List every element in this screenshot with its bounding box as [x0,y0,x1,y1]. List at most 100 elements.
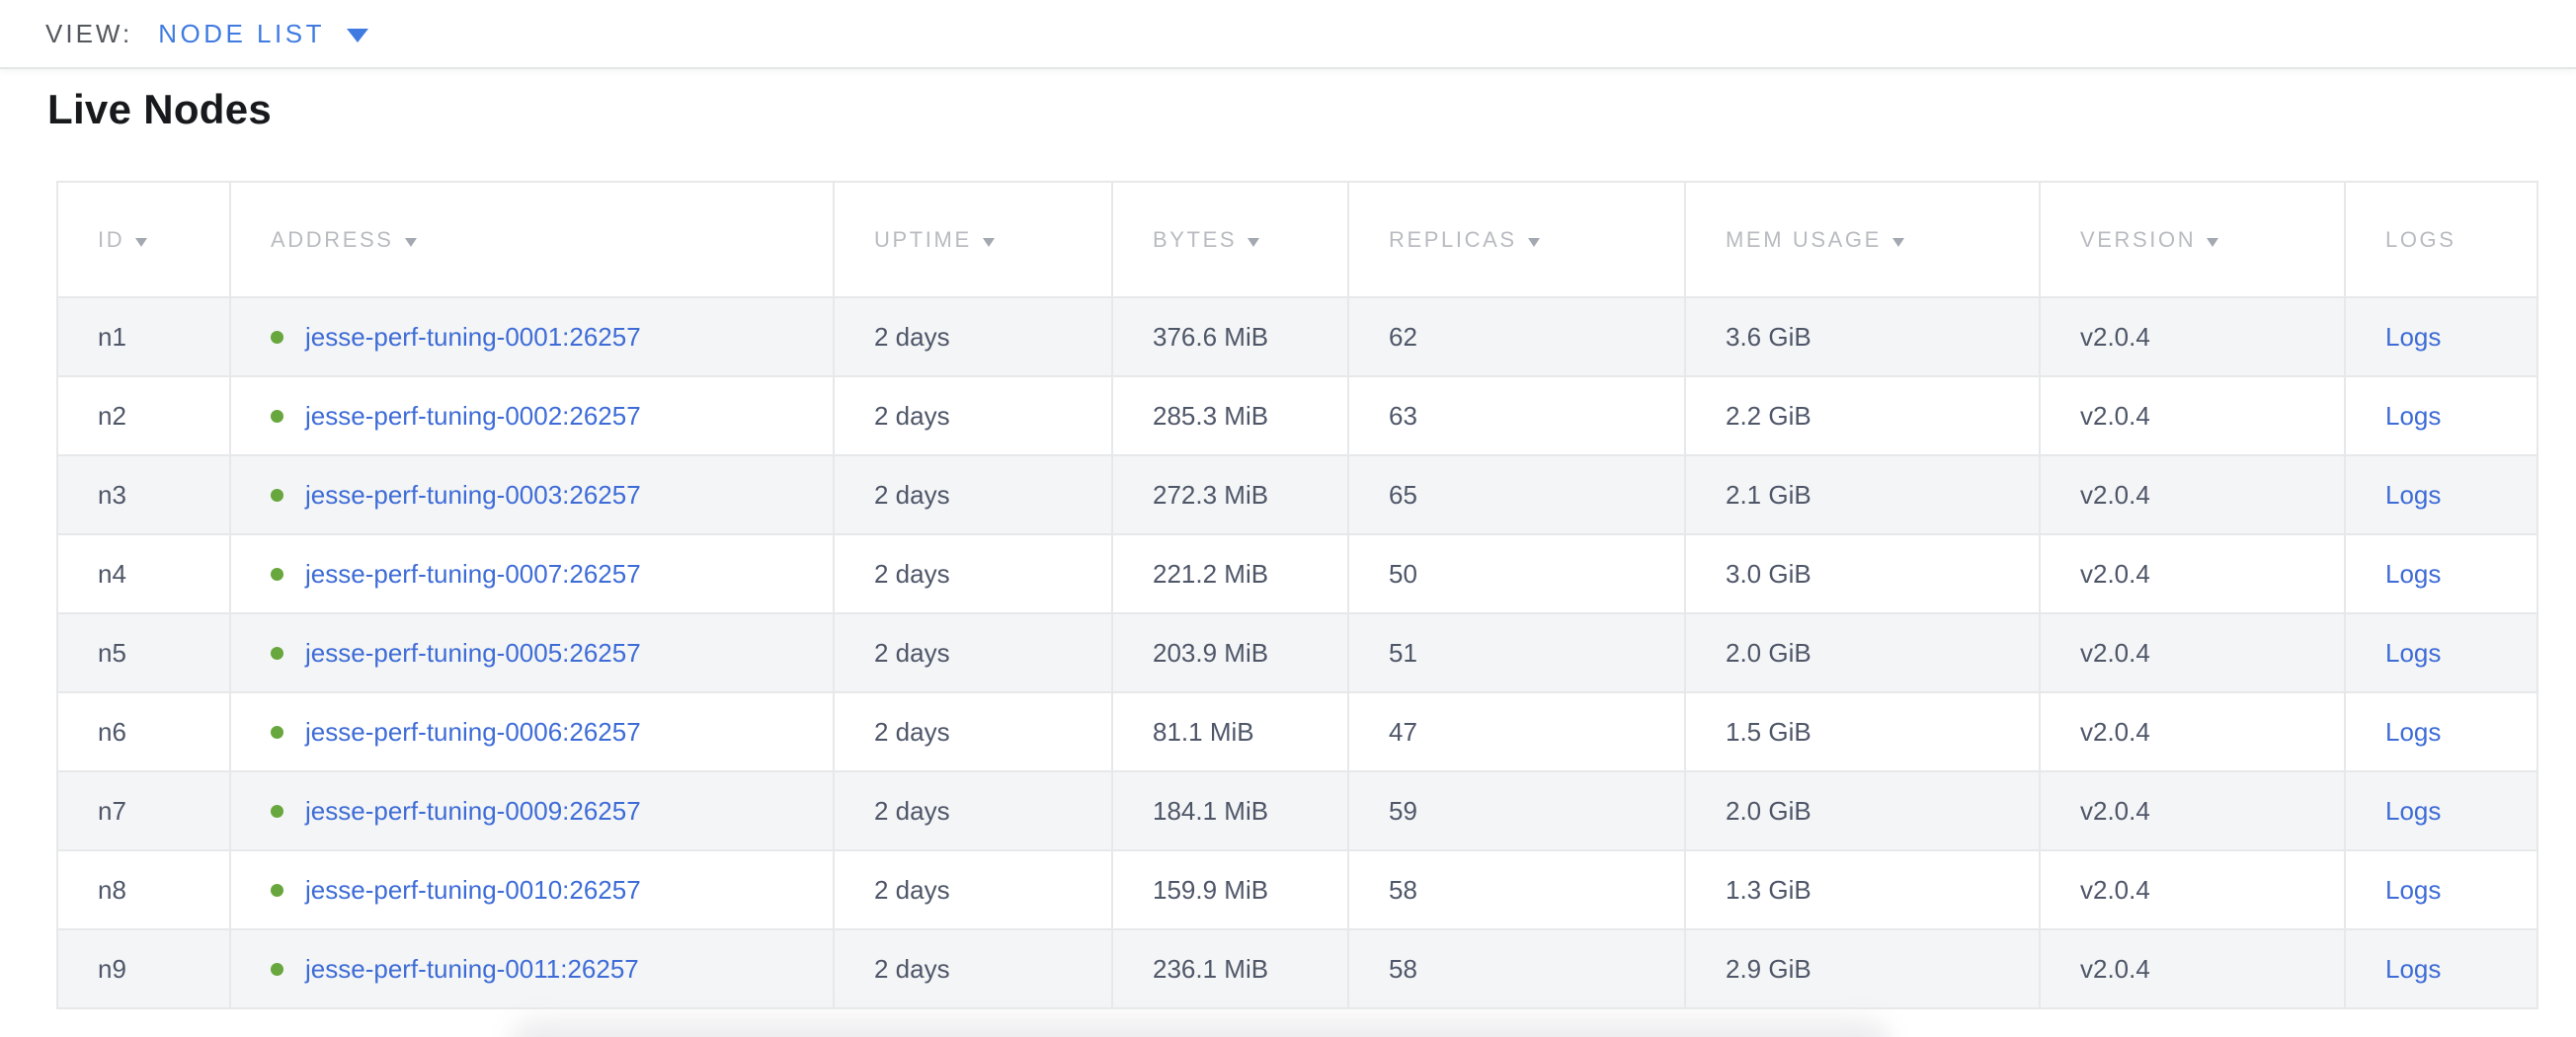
cell-address: jesse-perf-tuning-0007:26257 [230,534,834,613]
column-header-logs: LOGS [2345,182,2537,297]
sort-caret-icon [405,238,417,247]
cell-text: n1 [98,322,126,352]
cell-text: 1.5 GiB [1726,717,1811,747]
cell-address: jesse-perf-tuning-0002:26257 [230,376,834,455]
column-header-bytes[interactable]: BYTES [1112,182,1348,297]
cell-mem_usage: 3.6 GiB [1685,297,2040,376]
cell-logs: Logs [2345,692,2537,771]
cell-text: n4 [98,559,126,589]
cell-text: n5 [98,638,126,668]
cell-text: 285.3 MiB [1153,401,1268,431]
cell-mem_usage: 1.3 GiB [1685,850,2040,929]
table-row: n5jesse-perf-tuning-0005:262572 days203.… [57,613,2537,692]
column-header-id[interactable]: ID [57,182,230,297]
chevron-down-icon [347,29,368,42]
cell-uptime: 2 days [834,297,1112,376]
cell-address: jesse-perf-tuning-0001:26257 [230,297,834,376]
table-row: n3 jesse-perf-tuning-0003:26257 2 days 272.… [57,455,2537,534]
cell-text: v2.0.4 [2080,480,2150,510]
view-bar: VIEW: NODE LIST [0,0,2576,69]
cell-text: 2 days [874,875,950,905]
node-logs-link[interactable]: Logs [2385,717,2441,747]
column-header-version[interactable]: VERSION [2040,182,2345,297]
node-address-link[interactable]: jesse-perf-tuning-0005:26257 [305,638,641,669]
cell-replicas: 62 [1348,297,1685,376]
sort-caret-icon [2207,238,2218,247]
cell-text: 2.9 GiB [1726,954,1811,984]
cell-logs: Logs [2345,376,2537,455]
column-header-replicas[interactable]: REPLICAS [1348,182,1685,297]
view-selected-value: NODE LIST [158,19,325,49]
sort-caret-icon [1892,238,1904,247]
cell-uptime: 2 days [834,455,1112,534]
sort-caret-icon [1528,238,1540,247]
node-logs-link[interactable]: Logs [2385,401,2441,431]
view-label: VIEW: [45,19,132,49]
column-label: VERSION [2080,227,2196,252]
cell-text: n7 [98,796,126,826]
node-status-dot-icon [271,805,283,818]
cell-logs: Logs [2345,929,2537,1008]
node-address-link[interactable]: jesse-perf-tuning-0007:26257 [305,559,641,590]
cell-text: 58 [1389,954,1417,984]
cell-bytes: 159.9 MiB [1112,850,1348,929]
cell-id: n9 [57,929,230,1008]
cell-text: n6 [98,717,126,747]
cell-text: 2.0 GiB [1726,796,1811,826]
cell-text: 47 [1389,717,1417,747]
node-logs-link[interactable]: Logs [2385,875,2441,905]
cell-text: 62 [1389,322,1417,352]
cell-replicas: 58 [1348,850,1685,929]
column-header-mem_usage[interactable]: MEM USAGE [1685,182,2040,297]
cell-replicas: 59 [1348,771,1685,850]
node-logs-link[interactable]: Logs [2385,796,2441,826]
node-logs-link[interactable]: Logs [2385,480,2441,510]
cell-id: n1 [57,297,230,376]
cell-text: 2 days [874,401,950,431]
node-address-link[interactable]: jesse-perf-tuning-0011:26257 [305,954,639,985]
cell-text: v2.0.4 [2080,401,2150,431]
cell-text: v2.0.4 [2080,559,2150,589]
node-status-dot-icon [271,489,283,502]
node-logs-link[interactable]: Logs [2385,638,2441,668]
node-logs-link[interactable]: Logs [2385,322,2441,352]
node-logs-link[interactable]: Logs [2385,559,2441,589]
cell-logs: Logs [2345,850,2537,929]
column-header-uptime[interactable]: UPTIME [834,182,1112,297]
node-status-dot-icon [271,884,283,897]
cell-text: n3 [98,480,126,510]
cell-text: 2 days [874,638,950,668]
column-header-address[interactable]: ADDRESS [230,182,834,297]
cell-text: 236.1 MiB [1153,954,1268,984]
sort-caret-icon [983,238,995,247]
table-row: n9jesse-perf-tuning-0011:262572 days236.… [57,929,2537,1008]
cell-uptime: 2 days [834,771,1112,850]
cell-id: n2 [57,376,230,455]
cell-text: 376.6 MiB [1153,322,1268,352]
cell-text: 2 days [874,717,950,747]
column-label: ADDRESS [271,227,394,252]
node-address-link[interactable]: jesse-perf-tuning-0003:26257 [305,480,641,511]
cell-uptime: 2 days [834,534,1112,613]
node-logs-link[interactable]: Logs [2385,954,2441,984]
cell-mem_usage: 2.0 GiB [1685,771,2040,850]
cell-id: n4 [57,534,230,613]
table-row: n2 jesse-perf-tuning-0002:26257 2 days 285.… [57,376,2537,455]
cell-text: 272.3 MiB [1153,480,1268,510]
cell-bytes: 285.3 MiB [1112,376,1348,455]
cell-version: v2.0.4 [2040,455,2345,534]
cell-address: jesse-perf-tuning-0009:26257 [230,771,834,850]
table-row: n1 jesse-perf-tuning-0001:26257 2 days 376.… [57,297,2537,376]
table-row: n4jesse-perf-tuning-0007:262572 days221.… [57,534,2537,613]
node-address-link[interactable]: jesse-perf-tuning-0009:26257 [305,796,641,827]
view-selector-dropdown[interactable]: NODE LIST [158,19,368,49]
next-section-shadow [509,1019,1892,1037]
node-address-link[interactable]: jesse-perf-tuning-0006:26257 [305,717,641,748]
cell-logs: Logs [2345,455,2537,534]
cell-version: v2.0.4 [2040,613,2345,692]
cell-address: jesse-perf-tuning-0011:26257 [230,929,834,1008]
cell-id: n5 [57,613,230,692]
node-address-link[interactable]: jesse-perf-tuning-0001:26257 [305,322,641,353]
node-address-link[interactable]: jesse-perf-tuning-0002:26257 [305,401,641,432]
node-address-link[interactable]: jesse-perf-tuning-0010:26257 [305,875,641,906]
